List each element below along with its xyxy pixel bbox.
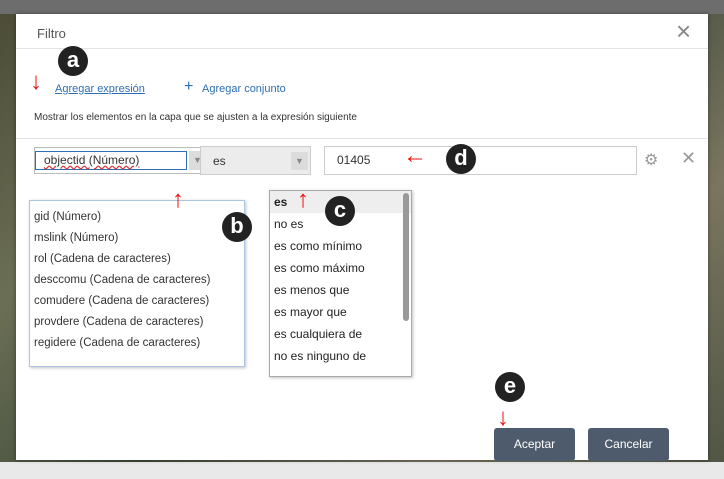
add-set-link[interactable]: Agregar conjunto — [202, 83, 286, 95]
annotation-marker-c: c — [325, 196, 355, 226]
arrow-up-icon: ↑ — [297, 186, 309, 213]
dialog-title: Filtro — [37, 26, 66, 41]
operator-option[interactable]: no es ninguno de — [270, 345, 411, 367]
field-option[interactable]: gid (Número) — [30, 207, 244, 228]
remove-expression-icon[interactable]: ✕ — [681, 148, 696, 169]
operator-option[interactable]: es como máximo — [270, 257, 411, 279]
scrollbar[interactable] — [403, 193, 409, 321]
divider — [16, 138, 708, 139]
field-option[interactable]: mslink (Número) — [30, 228, 244, 249]
annotation-marker-d: d — [446, 144, 476, 174]
divider — [16, 48, 708, 49]
annotation-marker-b: b — [222, 212, 252, 242]
cancel-button[interactable]: Cancelar — [588, 428, 669, 461]
chevron-down-icon[interactable]: ▼ — [291, 152, 308, 170]
close-icon[interactable]: × — [676, 18, 691, 44]
arrow-left-icon: ← — [403, 142, 427, 169]
operator-option[interactable]: es como mínimo — [270, 235, 411, 257]
field-option[interactable]: rol (Cadena de caracteres) — [30, 249, 244, 270]
arrow-down-icon: ↓ — [497, 404, 509, 431]
plus-icon[interactable]: + — [184, 78, 193, 96]
filter-dialog: Filtro × Agregar expresión + Agregar con… — [16, 14, 708, 461]
annotation-marker-a: a — [58, 46, 88, 76]
arrow-down-icon: ↓ — [30, 68, 42, 95]
operator-option[interactable]: es mayor que — [270, 301, 411, 323]
field-select[interactable]: objectid (Número) ▼ — [34, 147, 210, 174]
add-expression-link[interactable]: Agregar expresión — [55, 83, 145, 95]
operator-option[interactable]: es menos que — [270, 279, 411, 301]
field-dropdown-list: gid (Número) mslink (Número) rol (Cadena… — [29, 200, 245, 367]
annotation-marker-e: e — [495, 372, 525, 402]
field-option[interactable]: provdere (Cadena de caracteres) — [30, 312, 244, 333]
filter-description: Mostrar los elementos en la capa que se … — [34, 112, 357, 123]
map-attribution-strip — [0, 462, 724, 479]
field-option[interactable]: regidere (Cadena de caracteres) — [30, 333, 244, 354]
arrow-up-icon: ↑ — [172, 186, 184, 213]
value-input[interactable]: 01405 — [324, 146, 637, 175]
field-select-value: objectid (Número) — [35, 151, 187, 170]
accept-button[interactable]: Aceptar — [494, 428, 575, 461]
operator-select[interactable]: es ▼ — [200, 146, 311, 175]
operator-option[interactable]: es cualquiera de — [270, 323, 411, 345]
field-option[interactable]: desccomu (Cadena de caracteres) — [30, 270, 244, 291]
field-option[interactable]: comudere (Cadena de caracteres) — [30, 291, 244, 312]
gear-icon[interactable]: ⚙ — [644, 150, 658, 170]
operator-select-value: es — [213, 154, 226, 168]
map-top-strip — [0, 0, 724, 14]
